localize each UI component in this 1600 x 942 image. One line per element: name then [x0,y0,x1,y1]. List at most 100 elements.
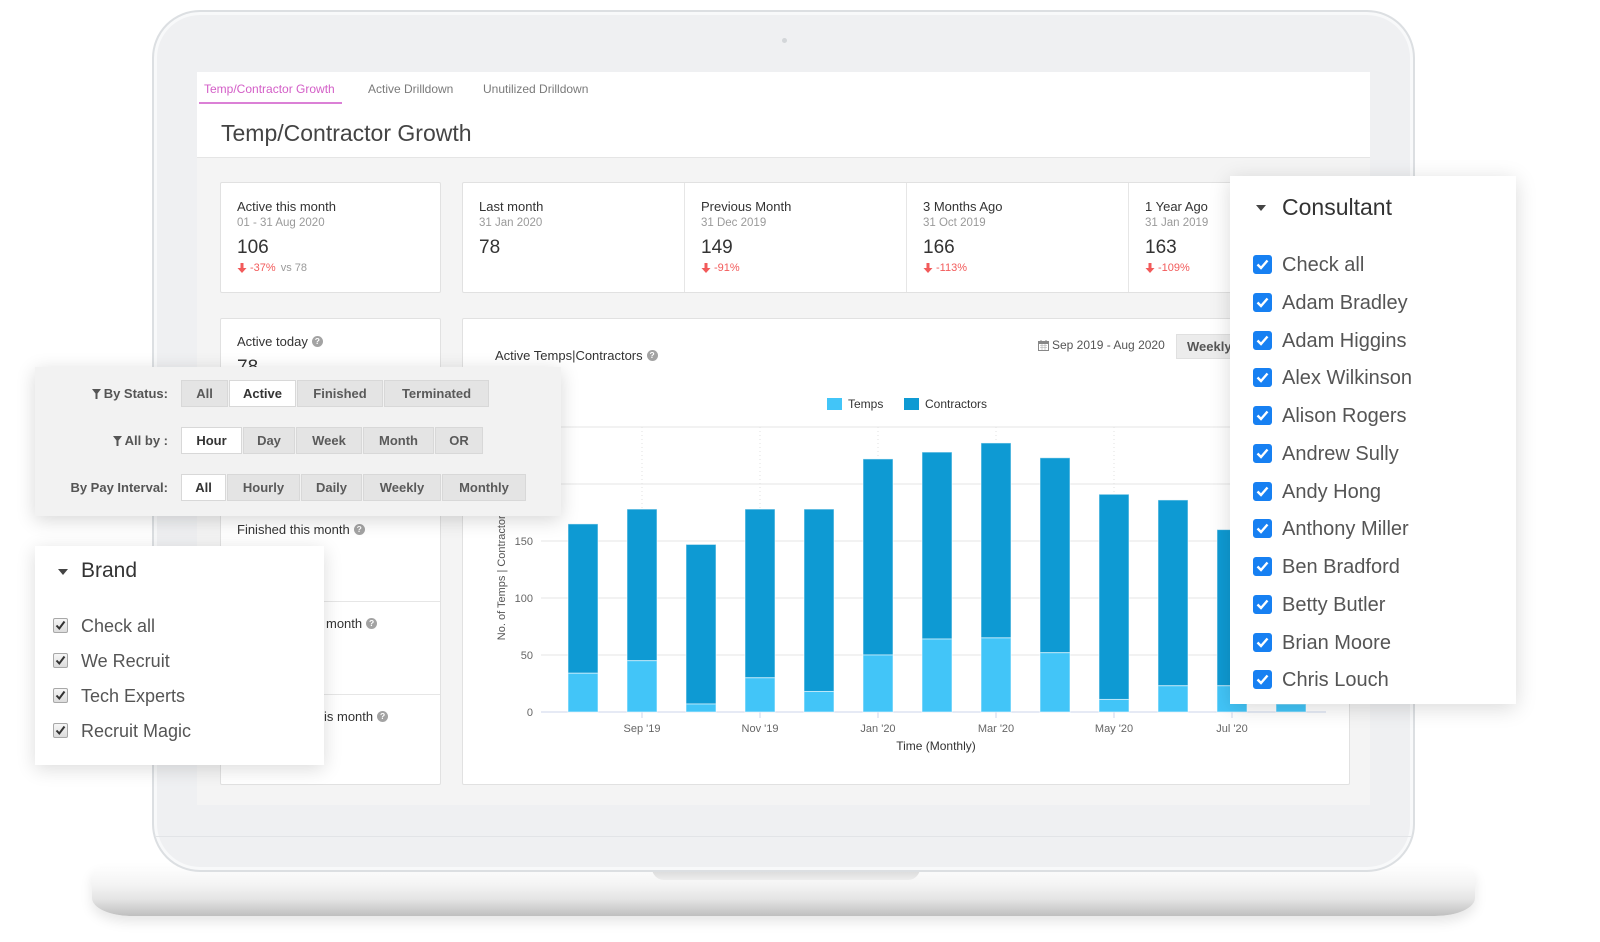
checkbox-checked[interactable] [1253,331,1272,350]
status-terminated-button[interactable]: Terminated [384,380,489,407]
kpi-value: 106 [237,237,269,258]
checkmark-icon [1256,637,1269,648]
checkbox-checked[interactable] [1253,557,1272,576]
brand-item-label: Tech Experts [81,686,186,706]
consultant-item-label: Ben Bradford [1282,556,1400,578]
legend-item-contractors[interactable]: Contractors [904,397,987,411]
caret-down-icon[interactable] [1256,205,1266,211]
checkbox-checked[interactable] [1253,595,1272,614]
pay-interval-weekly-button[interactable]: Weekly [363,474,441,501]
kpi-delta: -109% [1145,261,1190,275]
checkbox-checked[interactable] [1253,406,1272,425]
consultant-panel-title[interactable]: Consultant [1282,193,1392,221]
all-by-week-button[interactable]: Week [296,427,362,454]
all-by-or-button[interactable]: OR [435,427,483,454]
kpi-period: 31 Jan 2020 [479,217,543,229]
all-by-month-button[interactable]: Month [363,427,434,454]
bar-temps [1157,685,1189,713]
pay-interval-all-button[interactable]: All [181,474,226,501]
tab-active-drilldown[interactable]: Active Drilldown [368,81,453,102]
checkbox-checked[interactable] [1253,293,1272,312]
filter-label-all-by: All by : [35,427,168,454]
consultant-item[interactable]: Andrew Sully [1230,435,1516,473]
consultant-item[interactable]: Ben Bradford [1230,548,1516,586]
bar-temps [744,677,776,713]
consultant-item[interactable]: Adam Bradley [1230,284,1516,322]
legend-item-temps[interactable]: Temps [827,397,883,411]
tab-temp-contractor-growth[interactable]: Temp/Contractor Growth [199,81,342,104]
brand-item-label: Recruit Magic [81,721,192,741]
checkbox-checked[interactable] [1253,444,1272,463]
checkbox-checked[interactable] [1253,633,1272,652]
consultant-item[interactable]: Adam Higgins [1230,322,1516,360]
checkbox-checked[interactable] [1253,255,1272,274]
brand-item-we-recruit[interactable]: We Recruit [35,644,324,679]
bar-temps [567,672,599,713]
consultant-filter-panel: Consultant Check all Adam Bradley Adam H… [1230,176,1516,704]
brand-item-tech-experts[interactable]: Tech Experts [35,679,324,714]
bar-contractors [980,442,1012,639]
help-icon[interactable] [311,336,323,347]
bar-contractors [1098,493,1130,700]
caret-down-icon[interactable] [58,569,68,575]
consultant-item[interactable]: Alex Wilkinson [1230,359,1516,397]
checkbox-checked[interactable] [53,688,68,703]
brand-item-recruit-magic[interactable]: Recruit Magic [35,714,324,749]
consultant-item[interactable]: Betty Butler [1230,586,1516,624]
bar-contractors [803,508,835,692]
stat-partial-2: is month [324,709,389,725]
consultant-item-label: Adam Bradley [1282,292,1408,314]
checkbox-checked[interactable] [53,618,68,633]
brand-item-label: Check all [81,616,156,636]
page-header: Temp/Contractor Growth Active Drilldown … [197,72,1370,158]
checkbox-checked[interactable] [53,653,68,668]
filter-label-text: By Status: [103,386,168,401]
kpi-delta-percent: -113% [936,262,967,274]
x-tick-label: May '20 [1095,723,1133,735]
status-finished-button[interactable]: Finished [297,380,383,407]
consultant-item[interactable]: Chris Louch [1230,661,1516,699]
help-icon[interactable] [646,350,658,361]
checkmark-icon [55,620,66,631]
date-range-text: Sep 2019 - Aug 2020 [1052,338,1165,352]
pay-interval-hourly-button[interactable]: Hourly [227,474,300,501]
consultant-item[interactable]: Anthony Miller [1230,510,1516,548]
checkmark-icon [1256,523,1269,534]
arrow-down-icon [923,263,933,273]
all-by-day-button[interactable]: Day [243,427,295,454]
checkbox-checked[interactable] [1253,368,1272,387]
checkbox-checked[interactable] [1253,482,1272,501]
status-all-button[interactable]: All [181,380,228,407]
brand-item-check-all[interactable]: Check all [35,609,324,644]
brand-panel-title[interactable]: Brand [81,558,137,584]
legend-swatch-contractors [904,398,919,410]
kpi-value: 149 [701,237,733,258]
arrow-down-icon [701,263,711,273]
consultant-item[interactable]: Andy Hong [1230,473,1516,511]
all-by-hour-button[interactable]: Hour [181,427,242,454]
status-button-group: All Active Finished Terminated [181,380,489,407]
filter-row-pay-interval: By Pay Interval: All Hourly Daily Weekly… [35,474,561,501]
kpi-value: 78 [479,237,501,258]
help-icon[interactable] [366,618,378,629]
bar-temps [921,638,953,713]
consultant-item-check-all[interactable]: Check all [1230,246,1516,284]
status-active-button[interactable]: Active [229,380,296,407]
legend-label: Temps [848,397,884,411]
help-icon[interactable] [377,711,389,722]
tab-unutilized-drilldown[interactable]: Unutilized Drilldown [483,81,588,102]
checkbox-checked[interactable] [53,723,68,738]
kpi-period: 31 Jan 2019 [1145,217,1209,229]
consultant-item[interactable]: Brian Moore [1230,624,1516,662]
consultant-item-label: Betty Butler [1282,594,1386,616]
checkmark-icon [1256,561,1269,572]
brand-item-label: We Recruit [81,651,170,671]
pay-interval-daily-button[interactable]: Daily [301,474,362,501]
consultant-item[interactable]: Alison Rogers [1230,397,1516,435]
checkbox-checked[interactable] [1253,670,1272,689]
help-icon[interactable] [353,524,365,535]
date-range-picker[interactable]: Sep 2019 - Aug 2020 [1038,338,1165,353]
stat-label: Active today [237,334,308,349]
pay-interval-monthly-button[interactable]: Monthly [442,474,526,501]
checkbox-checked[interactable] [1253,519,1272,538]
